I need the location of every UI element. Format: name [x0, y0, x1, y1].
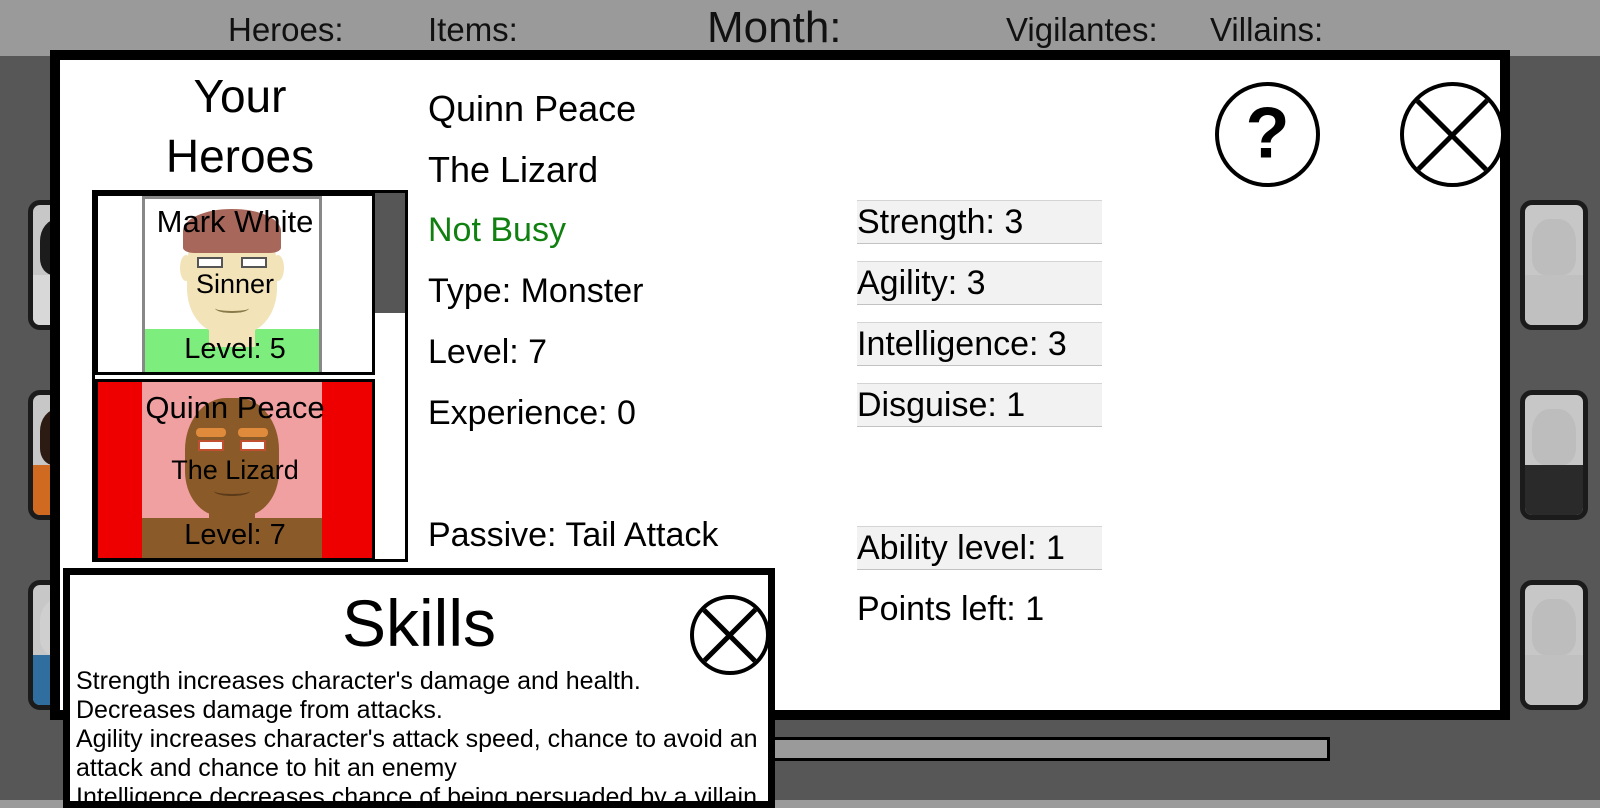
portrait-eye-right — [240, 257, 267, 268]
portrait-eyebrow-right — [238, 428, 268, 437]
portrait-eye-right — [240, 440, 267, 451]
hero-detail-experience: Experience: 0 — [428, 394, 636, 432]
topbar-stat-items: Items: — [428, 11, 518, 48]
skills-line-agility: Agility increases character's attack spe… — [76, 725, 758, 782]
topbar-stat-vigilantes: Vigilantes: — [1006, 11, 1158, 48]
hero-detail-status: Not Busy — [428, 211, 566, 249]
close-x-icon — [1404, 86, 1501, 183]
hero-list-item-alias: The Lizard — [171, 455, 299, 485]
background-card-body — [1525, 464, 1583, 515]
portrait-eye-left — [197, 257, 224, 268]
portrait-mouth — [214, 486, 250, 496]
hero-list-item-mark-white[interactable]: Mark White Sinner Level: 5 — [95, 193, 375, 375]
hero-detail-panel: Quinn Peace The Lizard Not Busy Type: Mo… — [428, 78, 848, 566]
hero-list-title: Your Heroes — [60, 66, 420, 186]
stat-button-agility[interactable]: Agility: 3 — [857, 261, 1102, 305]
hero-list-item-name: Quinn Peace — [145, 390, 325, 425]
close-x-icon — [694, 599, 766, 671]
hero-detail-alias: The Lizard — [428, 149, 599, 190]
hero-detail-passive: Passive: Tail Attack — [428, 516, 719, 554]
background-character-card[interactable] — [1520, 580, 1588, 710]
hero-detail-type: Type: Monster — [428, 272, 644, 310]
hero-list-title-line2: Heroes — [165, 130, 315, 182]
question-mark-icon: ? — [1245, 93, 1290, 174]
points-left-label: Points left: 1 — [857, 590, 1045, 628]
topbar-stat-villains: Villains: — [1210, 11, 1324, 48]
hero-detail-level: Level: 7 — [428, 333, 548, 371]
skills-close-button[interactable] — [690, 595, 768, 675]
hero-list-item-name: Mark White — [156, 204, 314, 239]
skills-line-intelligence: Intelligence decreases chance of being p… — [76, 783, 758, 808]
hero-list-scrollbar-thumb[interactable] — [375, 193, 405, 313]
background-character-card[interactable] — [1520, 390, 1588, 520]
portrait-mouth — [214, 303, 250, 313]
portrait-eyebrow-left — [196, 428, 226, 437]
hero-list-item-alias: Sinner — [195, 269, 275, 299]
close-button[interactable] — [1400, 82, 1505, 187]
bottom-progress-bar — [770, 737, 1330, 761]
detail-spacer — [428, 444, 848, 505]
top-status-bar: Heroes: Items: Month: Vigilantes: Villai… — [0, 0, 1600, 56]
background-card-head — [1531, 219, 1577, 275]
background-card-body — [1525, 654, 1583, 705]
skills-line-strength: Strength increases character's damage an… — [76, 667, 641, 724]
skills-popup-title: Skills — [341, 586, 496, 660]
portrait-eye-left — [197, 440, 224, 451]
hero-list-item-level: Level: 7 — [184, 519, 286, 551]
hero-list-item-quinn-peace[interactable]: Quinn Peace The Lizard Level: 7 — [95, 379, 375, 559]
hero-list-title-line1: Your — [193, 70, 287, 122]
stat-button-disguise[interactable]: Disguise: 1 — [857, 383, 1102, 427]
skills-description-body: Strength increases character's damage an… — [76, 667, 762, 808]
help-button[interactable]: ? — [1215, 82, 1320, 187]
hero-detail-name: Quinn Peace — [428, 88, 637, 129]
hero-list-scroll-area[interactable]: Mark White Sinner Level: 5 Quinn Peace T — [92, 190, 408, 562]
stats-spacer — [857, 444, 1107, 526]
stat-button-intelligence[interactable]: Intelligence: 3 — [857, 322, 1102, 366]
hero-list-scrollbar[interactable] — [375, 193, 405, 559]
stat-button-ability-level[interactable]: Ability level: 1 — [857, 526, 1102, 570]
background-character-card[interactable] — [1520, 200, 1588, 330]
skills-help-popup: Skills Strength increases character's da… — [63, 568, 775, 808]
background-card-head — [1531, 599, 1577, 655]
hero-list-item-level: Level: 5 — [184, 333, 286, 365]
topbar-stat-month: Month: — [707, 3, 842, 52]
background-card-body — [1525, 274, 1583, 325]
background-card-head — [1531, 409, 1577, 465]
topbar-stat-heroes: Heroes: — [228, 11, 344, 48]
stat-button-strength[interactable]: Strength: 3 — [857, 200, 1102, 244]
hero-stats-panel: Strength: 3 Agility: 3 Intelligence: 3 D… — [857, 200, 1107, 631]
